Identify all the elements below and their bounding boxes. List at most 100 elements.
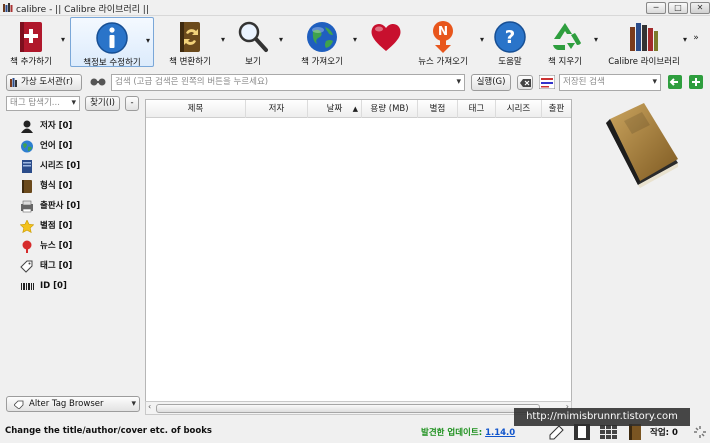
add-books-button[interactable]: 책 추가하기	[2, 17, 60, 67]
virtual-library-label: 가상 도서관(r)	[21, 77, 73, 87]
book-format-icon	[22, 180, 32, 193]
remove-books-button[interactable]: 책 지우기	[540, 17, 590, 67]
recycle-icon	[553, 23, 581, 50]
view-button[interactable]: 보기	[233, 17, 273, 67]
virtual-library-button[interactable]: 가상 도서관(r)	[6, 74, 82, 91]
column-header-title[interactable]: 제목	[146, 100, 246, 118]
column-header-date[interactable]: 날짜 ▲	[308, 100, 362, 118]
close-button[interactable]: ✕	[690, 2, 710, 14]
clear-search-button[interactable]	[517, 75, 533, 90]
edit-metadata-dropdown-icon[interactable]: ▾	[144, 37, 152, 45]
add-book-icon	[20, 22, 42, 52]
maximize-button[interactable]: □	[668, 2, 688, 14]
grid-view-icon[interactable]	[600, 425, 618, 439]
get-books-dropdown-icon[interactable]: ▾	[351, 36, 359, 44]
fetch-news-dropdown-icon[interactable]: ▾	[478, 36, 486, 44]
column-header-series[interactable]: 시리즈	[496, 100, 542, 118]
jobs-counter[interactable]: 작업: 0	[650, 426, 678, 438]
update-version-link[interactable]: 1.14.0	[485, 428, 515, 438]
library-button[interactable]: Calibre 라이브러리	[608, 17, 680, 67]
get-books-button[interactable]: 책 가져오기	[292, 17, 352, 67]
magnifier-icon	[238, 21, 268, 52]
minimize-button[interactable]: ─	[646, 2, 666, 14]
help-button[interactable]: ? 도움말	[490, 17, 530, 67]
search-input[interactable]: 검색 (고급 검색은 왼쪽의 버튼을 누르세요)	[111, 74, 465, 91]
convert-books-dropdown-icon[interactable]: ▾	[219, 36, 227, 44]
tag-item-label: 출판사 [0]	[40, 201, 81, 211]
alter-tag-browser-button[interactable]: Alter Tag Browser	[6, 396, 140, 412]
jobs-spinner-icon	[694, 426, 706, 438]
globe-icon	[21, 140, 33, 153]
news-icon	[22, 240, 32, 253]
library-small-icon	[10, 78, 17, 87]
book-list-table[interactable]: 제목 저자 날짜 ▲ 용량 (MB) 별점 태그 시리즈 출판	[145, 99, 572, 415]
library-label: Calibre 라이브러리	[608, 57, 680, 67]
update-notice: 발견한 업데이트: 1.14.0	[421, 426, 515, 438]
tag-collapse-button[interactable]: -	[125, 96, 139, 111]
toolbar-overflow-button[interactable]: »	[692, 34, 700, 43]
svg-text:?: ?	[505, 27, 515, 48]
tag-item-label: 형식 [0]	[40, 181, 73, 191]
title-bar: calibre - || Calibre 라이브러리 || ─ □ ✕	[0, 0, 710, 16]
save-search-icon[interactable]	[668, 75, 682, 89]
column-header-tags[interactable]: 태그	[458, 100, 496, 118]
remove-books-dropdown-icon[interactable]: ▾	[592, 36, 600, 44]
saved-search-select[interactable]: 저장된 검색	[559, 74, 661, 91]
column-header-size[interactable]: 용량 (MB)	[362, 100, 418, 118]
window-title: calibre - || Calibre 라이브러리 ||	[16, 5, 149, 15]
convert-books-label: 책 변환하기	[169, 57, 211, 67]
add-books-dropdown-icon[interactable]: ▾	[59, 36, 67, 44]
library-dropdown-icon[interactable]: ▾	[681, 36, 689, 44]
globe-icon	[307, 22, 337, 52]
tag-item-label: ID [0]	[40, 281, 67, 291]
help-label: 도움말	[498, 57, 522, 67]
scrollbar-thumb[interactable]	[156, 404, 540, 413]
tag-item-label: 시리즈 [0]	[40, 161, 81, 171]
update-label: 발견한 업데이트:	[421, 428, 483, 438]
series-icon	[22, 160, 32, 173]
search-go-button[interactable]: 실행(G)	[471, 74, 511, 91]
tag-filter-placeholder: 태그 탐색기...	[10, 98, 60, 108]
status-message: Change the title/author/cover etc. of bo…	[5, 426, 212, 436]
view-dropdown-icon[interactable]: ▾	[277, 36, 285, 44]
table-header: 제목 저자 날짜 ▲ 용량 (MB) 별점 태그 시리즈 출판	[146, 100, 571, 118]
tag-item-label: 별점 [0]	[40, 221, 73, 231]
main-toolbar: 책 추가하기 ▾ 책정보 수정하기 ▾ 책 변환하기 ▾ 보기 ▾ 책 가져오기	[0, 16, 710, 68]
heart-icon	[371, 23, 401, 51]
saved-search-placeholder: 저장된 검색	[563, 77, 605, 87]
clear-icon	[520, 79, 531, 87]
view-label: 보기	[245, 57, 261, 67]
tag-item-label: 뉴스 [0]	[40, 241, 73, 251]
cover-preview-book-icon	[606, 103, 678, 188]
calibre-app-icon	[3, 3, 13, 12]
remove-books-label: 책 지우기	[548, 57, 582, 67]
scroll-left-icon[interactable]: ‹	[148, 402, 151, 411]
table-horizontal-scrollbar[interactable]: ‹ ›	[145, 401, 572, 415]
column-header-rating[interactable]: 별점	[418, 100, 458, 118]
tag-small-icon	[14, 400, 24, 409]
tweak-book-icon[interactable]	[548, 424, 565, 440]
convert-books-button[interactable]: 책 변환하기	[160, 17, 220, 67]
get-books-label: 책 가져오기	[301, 57, 343, 67]
tag-item-label: 언어 [0]	[40, 141, 73, 151]
tag-find-button[interactable]: 찾기(I)	[85, 96, 120, 111]
column-header-author[interactable]: 저자	[246, 100, 308, 118]
sort-ascending-icon: ▲	[352, 105, 358, 113]
tag-icon	[20, 260, 33, 273]
info-icon	[96, 22, 128, 54]
help-icon: ?	[494, 21, 526, 53]
donate-button[interactable]	[366, 17, 406, 67]
blog-watermark: http://mimisbrunnr.tistory.com	[514, 408, 690, 426]
advanced-search-glasses-icon[interactable]	[90, 76, 106, 87]
publisher-icon	[21, 200, 33, 213]
edit-metadata-button[interactable]: 책정보 수정하기 ▾	[70, 17, 154, 68]
tag-filter-input[interactable]: 태그 탐색기...	[6, 96, 80, 111]
highlight-toggle-icon[interactable]	[539, 75, 555, 89]
cover-grid-toggle-icon[interactable]	[574, 424, 590, 440]
add-saved-search-icon[interactable]	[689, 75, 703, 89]
edit-metadata-label: 책정보 수정하기	[83, 58, 141, 68]
convert-book-icon	[180, 22, 200, 52]
tag-item-label: 태그 [0]	[40, 261, 73, 271]
column-header-publisher[interactable]: 출판	[542, 100, 571, 118]
fetch-news-button[interactable]: N 뉴스 가져오기	[412, 17, 474, 67]
